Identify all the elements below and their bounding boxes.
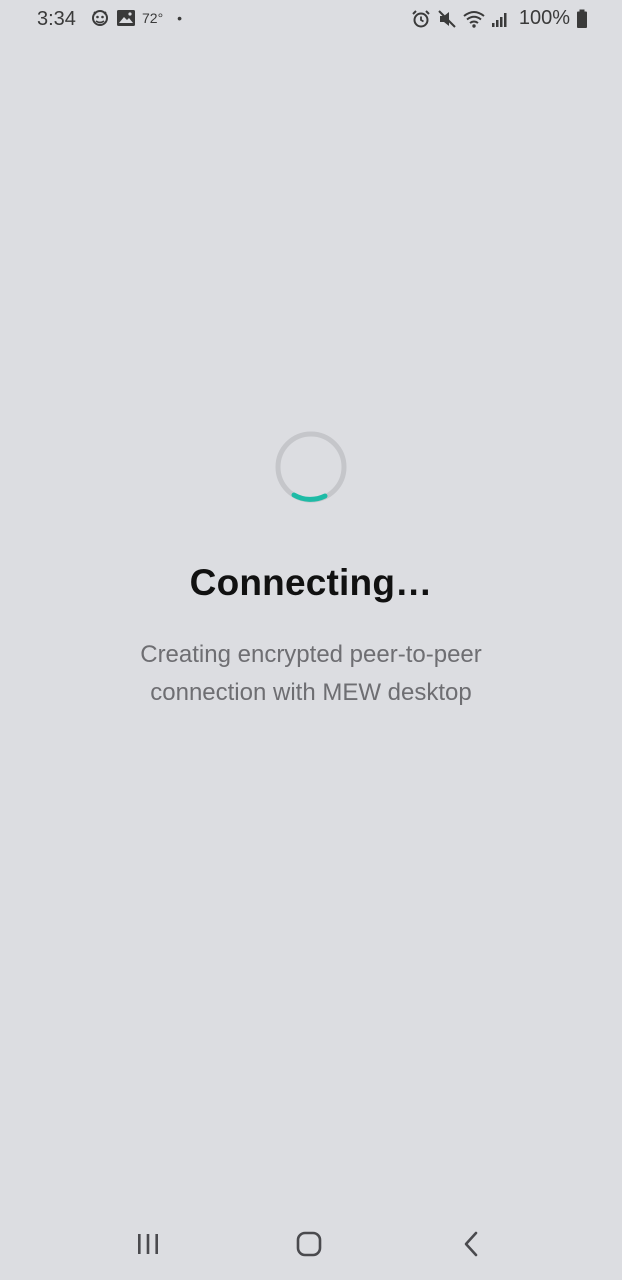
home-button[interactable] <box>289 1224 329 1264</box>
page-subtitle: Creating encrypted peer-to-peer connecti… <box>140 641 482 706</box>
home-icon <box>296 1231 322 1257</box>
mute-icon <box>437 9 457 29</box>
image-icon <box>116 9 136 27</box>
alarm-icon <box>411 9 431 29</box>
battery-icon <box>576 9 588 29</box>
navigation-bar <box>0 1200 622 1280</box>
signal-icon <box>491 9 509 29</box>
android-head-icon <box>90 8 110 28</box>
page-title: Connecting… <box>189 562 433 603</box>
status-right-icons: 100% <box>411 7 588 30</box>
status-time: 3:34 <box>37 8 76 30</box>
wifi-icon <box>463 9 485 29</box>
status-bar: 3:34 72° • 100% <box>0 0 622 38</box>
status-left-icons: 72° • <box>90 8 182 28</box>
loading-spinner <box>274 430 348 504</box>
recents-button[interactable] <box>128 1224 168 1264</box>
recents-icon <box>135 1232 161 1256</box>
back-icon <box>461 1231 481 1257</box>
battery-percent: 100% <box>518 7 570 29</box>
back-button[interactable] <box>451 1224 491 1264</box>
notification-dot-icon: • <box>177 10 183 26</box>
status-temperature: 72° <box>142 10 164 26</box>
